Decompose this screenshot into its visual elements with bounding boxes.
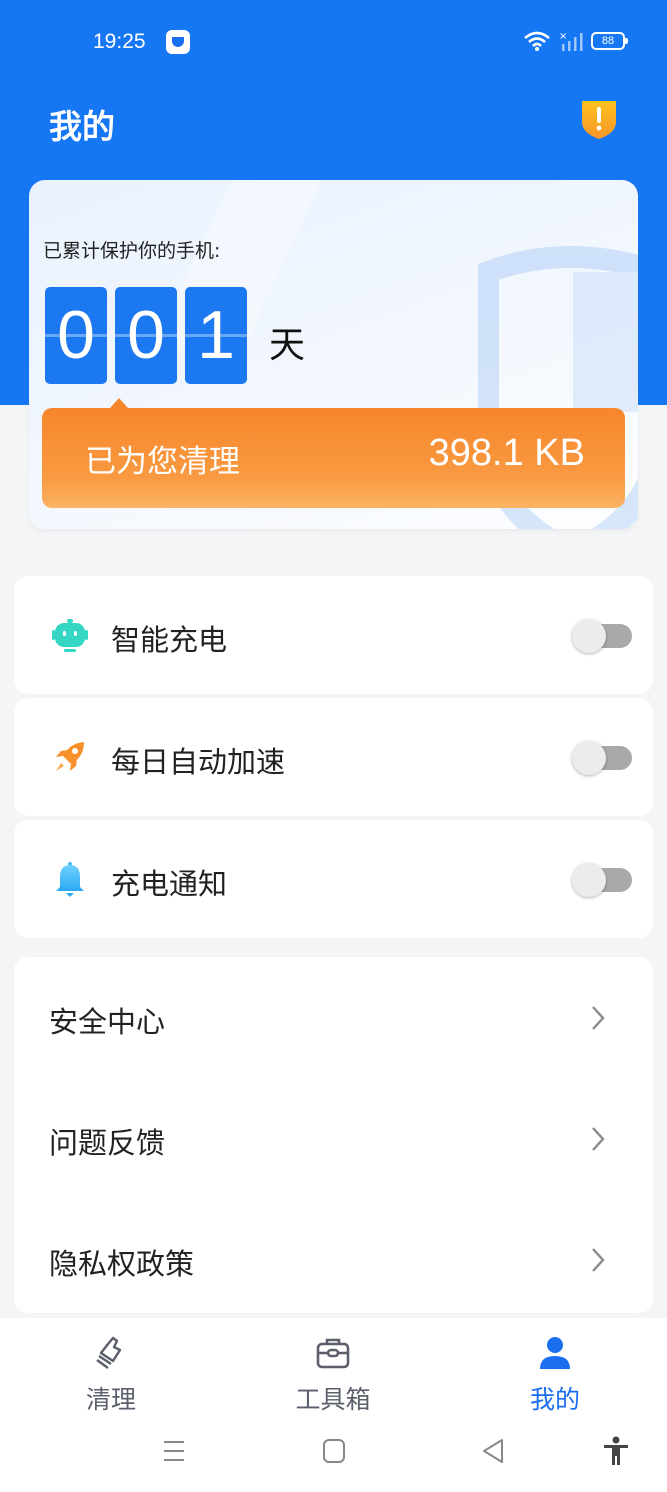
toolbox-icon — [316, 1338, 350, 1369]
bell-icon — [56, 862, 84, 897]
toggle-row-daily-boost: 每日自动加速 — [14, 698, 653, 816]
wifi-icon — [524, 31, 550, 51]
day-digit: 0 — [115, 287, 177, 384]
bottom-tab-bar: 清理 工具箱 我的 — [0, 1318, 667, 1422]
back-icon[interactable] — [478, 1436, 508, 1466]
toggle-label: 智能充电 — [111, 623, 228, 657]
tab-label: 工具箱 — [295, 1385, 371, 1414]
page-title: 我的 — [49, 107, 115, 146]
protection-summary-card: 已累计保护你的手机: 0 0 1 天 已为您清理 398.1 KB — [29, 180, 638, 529]
tab-label: 清理 — [85, 1385, 136, 1414]
toggle-label: 每日自动加速 — [111, 745, 286, 779]
menu-label: 安全中心 — [49, 1005, 166, 1039]
signal-icon: × — [559, 31, 583, 51]
menu-item-security-center[interactable]: 安全中心 — [14, 957, 653, 1075]
status-bar: 19:25 × 88 — [0, 0, 667, 84]
toggle-row-smart-charging: 智能充电 — [14, 576, 653, 694]
cleaned-value: 398.1 KB — [428, 432, 585, 474]
tab-label: 我的 — [529, 1385, 580, 1414]
user-icon — [540, 1337, 570, 1369]
chevron-right-icon — [592, 1127, 605, 1151]
menu-icon[interactable] — [159, 1436, 189, 1466]
app-notification-icon — [166, 30, 190, 54]
home-icon[interactable] — [319, 1436, 349, 1466]
chevron-right-icon — [592, 1006, 605, 1030]
cleaned-label: 已为您清理 — [85, 444, 240, 480]
menu-item-privacy-policy[interactable]: 隐私权政策 — [14, 1199, 653, 1317]
tab-mine[interactable]: 我的 — [475, 1318, 635, 1422]
toggle-row-charge-notification: 充电通知 — [14, 820, 653, 938]
days-unit: 天 — [269, 324, 306, 366]
cleaned-banner[interactable]: 已为您清理 398.1 KB — [42, 398, 625, 508]
menu-label: 隐私权政策 — [49, 1247, 195, 1281]
shield-alert-icon[interactable] — [580, 98, 618, 140]
smart-charging-toggle[interactable] — [572, 619, 632, 653]
status-time: 19:25 — [93, 30, 146, 53]
tab-toolbox[interactable]: 工具箱 — [253, 1318, 413, 1422]
menu-label: 问题反馈 — [49, 1126, 166, 1160]
day-digit: 1 — [185, 287, 247, 384]
menu-item-feedback[interactable]: 问题反馈 — [14, 1078, 653, 1196]
protection-label: 已累计保护你的手机: — [43, 240, 221, 262]
battery-icon: 88 — [591, 32, 628, 50]
toggle-label: 充电通知 — [111, 867, 228, 901]
days-counter: 0 0 1 天 — [45, 287, 305, 384]
daily-boost-toggle[interactable] — [572, 741, 632, 775]
tab-clean[interactable]: 清理 — [31, 1318, 191, 1422]
chevron-right-icon — [592, 1248, 605, 1272]
rocket-icon — [56, 742, 84, 771]
settings-menu: 安全中心 问题反馈 隐私权政策 — [14, 957, 653, 1313]
system-nav-bar — [0, 1422, 667, 1492]
brush-icon — [96, 1336, 122, 1369]
robot-icon — [52, 619, 88, 652]
svg-text:×: × — [559, 31, 567, 42]
accessibility-icon[interactable] — [601, 1436, 631, 1466]
charge-notification-toggle[interactable] — [572, 863, 632, 897]
day-digit: 0 — [45, 287, 107, 384]
